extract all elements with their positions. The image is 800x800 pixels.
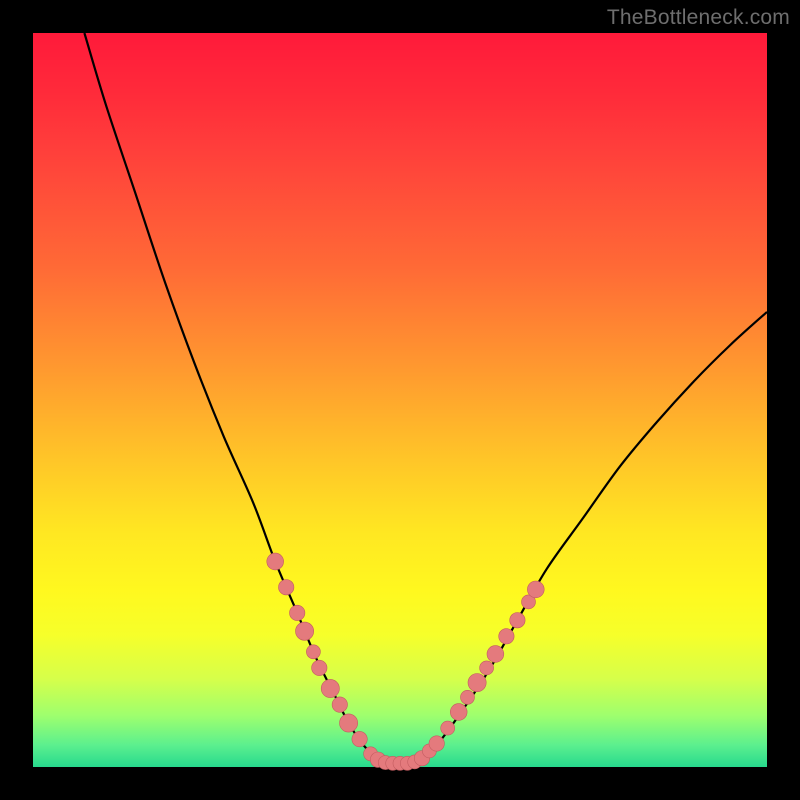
highlight-dot: [332, 697, 347, 712]
highlight-dot: [510, 613, 525, 628]
highlight-dot: [290, 605, 305, 620]
highlight-dot: [468, 674, 486, 692]
highlight-dot: [429, 736, 444, 751]
chart-frame: TheBottleneck.com: [0, 0, 800, 800]
highlight-dot: [279, 580, 294, 595]
highlight-dot: [267, 553, 284, 570]
highlight-dot: [480, 661, 494, 675]
highlight-dot: [441, 721, 455, 735]
watermark-text: TheBottleneck.com: [607, 6, 790, 30]
plot-area: [33, 33, 767, 767]
highlight-dot: [306, 645, 320, 659]
highlight-dot: [352, 731, 367, 746]
highlight-dot: [312, 660, 327, 675]
curve-layer: [33, 33, 767, 767]
highlight-dot: [499, 629, 514, 644]
highlight-dot: [461, 690, 475, 704]
highlight-dot: [450, 704, 467, 721]
highlight-dots: [267, 553, 544, 770]
highlight-dot: [321, 679, 339, 697]
highlight-dot: [527, 581, 544, 598]
highlight-dot: [487, 646, 504, 663]
highlight-dot: [340, 714, 358, 732]
highlight-dot: [296, 622, 314, 640]
bottleneck-curve: [84, 33, 767, 764]
